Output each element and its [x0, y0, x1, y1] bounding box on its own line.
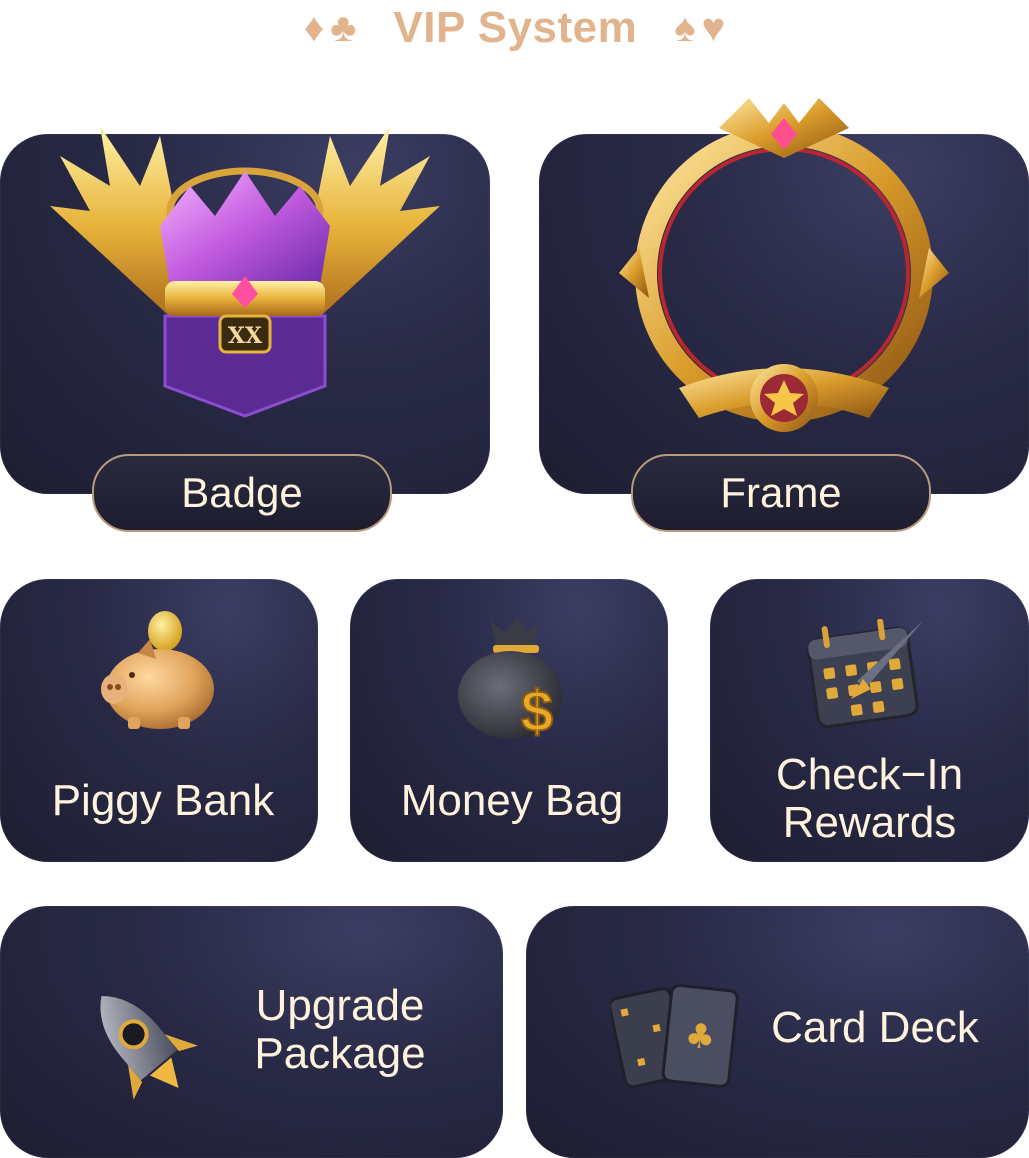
upgrade-label-line2: Package: [254, 1029, 426, 1078]
check-in-label: Check−In Rewards: [710, 751, 1029, 847]
vip-header: ♦ ♣ VIP System ♠ ♥: [0, 0, 1029, 56]
gold-avatar-frame-icon: [619, 98, 949, 432]
club-suit-icon: ♣: [330, 6, 357, 50]
winged-crown-badge-icon: XX: [50, 126, 440, 418]
check-in-label-line1: Check−In: [775, 750, 964, 799]
svg-text:$: $: [521, 679, 553, 741]
money-bag-label: Money Bag: [400, 776, 624, 825]
frame-card[interactable]: Frame: [539, 98, 1029, 532]
badge-label: Badge: [92, 454, 392, 532]
upgrade-label-line1: Upgrade: [255, 981, 425, 1030]
piggy-bank-label: Piggy Bank: [51, 776, 275, 825]
frame-label: Frame: [631, 454, 931, 532]
check-in-label-line2: Rewards: [782, 798, 957, 847]
upgrade-package-card[interactable]: Upgrade Package: [0, 906, 503, 1158]
diamond-suit-icon: ♦: [303, 6, 325, 50]
upgrade-package-label: Upgrade Package: [240, 982, 440, 1078]
heart-suit-icon: ♥: [701, 6, 726, 50]
svg-text:XX: XX: [228, 323, 263, 349]
spade-suit-icon: ♠: [674, 6, 696, 50]
rocket-icon: [100, 996, 198, 1100]
piggy-bank-icon: [101, 611, 214, 729]
card-deck-label: Card Deck: [771, 1003, 979, 1052]
calendar-icon: [806, 619, 923, 729]
badge-card[interactable]: XX Badge: [0, 126, 490, 532]
piggy-bank-card[interactable]: Piggy Bank: [0, 579, 318, 862]
page-title: VIP System: [393, 3, 638, 52]
money-bag-icon: $: [458, 617, 562, 741]
money-bag-card[interactable]: $ Money Bag: [350, 579, 668, 862]
card-deck-card[interactable]: ♣ Card Deck: [526, 906, 1029, 1158]
playing-cards-icon: ♣: [611, 984, 739, 1089]
check-in-rewards-card[interactable]: Check−In Rewards: [710, 579, 1029, 862]
svg-text:♣: ♣: [683, 1015, 717, 1058]
